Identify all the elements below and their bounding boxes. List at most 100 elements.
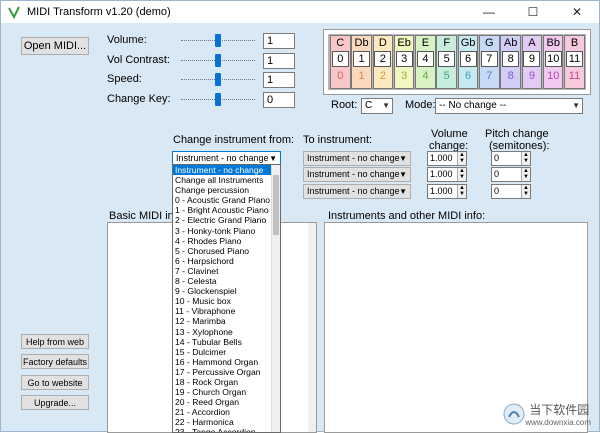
instrument-dropdown-list[interactable]: Instrument - no change Change all Instrum… — [172, 164, 281, 433]
dropdown-option[interactable]: 5 - Chorused Piano — [173, 246, 280, 256]
dropdown-option[interactable]: Change percussion — [173, 185, 280, 195]
to-instrument-select[interactable]: Instrument - no change ▼ — [303, 167, 411, 182]
dropdown-option[interactable]: 18 - Rock Organ — [173, 377, 280, 387]
dropdown-option[interactable]: 17 - Percussive Organ — [173, 367, 280, 377]
dropdown-option[interactable]: 13 - Xylophone — [173, 327, 280, 337]
spinner-arrows-icon[interactable]: ▲ ▼ — [521, 185, 530, 198]
mode-select[interactable]: -- No change -- ▼ — [435, 98, 583, 114]
key-name: Eb — [397, 37, 411, 49]
key-name: D — [378, 37, 387, 49]
key-7: G 7 7 — [479, 35, 500, 89]
key-mapping-input[interactable]: 4 — [416, 51, 434, 67]
close-button[interactable]: ✕ — [555, 1, 599, 23]
basic-info-scrollbar[interactable] — [308, 223, 316, 432]
volume-label: Volume: — [107, 34, 147, 46]
dropdown-option[interactable]: 10 - Music box — [173, 296, 280, 306]
spinner-arrows-icon[interactable]: ▲ ▼ — [521, 168, 530, 181]
chevron-down-icon: ▼ — [399, 170, 407, 179]
volume-change-spinner[interactable]: 1.000 ▲ ▼ — [427, 151, 467, 166]
dropdown-scrollbar[interactable] — [271, 165, 280, 432]
key-name: Db — [354, 37, 369, 49]
chevron-down-icon: ▼ — [572, 101, 580, 110]
factory-defaults-button[interactable]: Factory defaults — [21, 354, 89, 369]
key-number: 1 — [358, 70, 365, 82]
to-instrument-select[interactable]: Instrument - no change ▼ — [303, 184, 411, 199]
dropdown-option[interactable]: Instrument - no change — [173, 165, 280, 176]
dropdown-option[interactable]: 0 - Acoustic Grand Piano — [173, 195, 280, 205]
dropdown-option[interactable]: 6 - Harpsichord — [173, 256, 280, 266]
pitch-change-spinner[interactable]: 0 ▲ ▼ — [491, 151, 531, 166]
spinner-arrows-icon[interactable]: ▲ ▼ — [457, 152, 466, 165]
vol-contrast-input[interactable]: 1 — [263, 53, 295, 69]
key-number: 11 — [568, 70, 581, 82]
dropdown-option[interactable]: 11 - Vibraphone — [173, 306, 280, 316]
dropdown-option[interactable]: 4 - Rhodes Piano — [173, 236, 280, 246]
root-label: Root: — [331, 99, 358, 111]
key-number: 4 — [422, 70, 429, 82]
dropdown-option[interactable]: 20 - Reed Organ — [173, 397, 280, 407]
spinner-arrows-icon[interactable]: ▲ ▼ — [457, 185, 466, 198]
key-1: Db 1 1 — [351, 35, 372, 89]
key-3: Eb 3 3 — [393, 35, 415, 89]
dropdown-option[interactable]: 21 - Accordion — [173, 407, 280, 417]
go-to-website-button[interactable]: Go to website — [21, 375, 89, 390]
key-mapping-input[interactable]: 8 — [502, 51, 520, 67]
pitch-change-spinner[interactable]: 0 ▲ ▼ — [491, 167, 531, 182]
key-mapping-input[interactable]: 6 — [459, 51, 477, 67]
key-name: E — [421, 37, 430, 49]
dropdown-option[interactable]: 8 - Celesta — [173, 276, 280, 286]
dropdown-option[interactable]: 19 - Church Organ — [173, 387, 280, 397]
key-mapping-input[interactable]: 1 — [353, 51, 371, 67]
help-from-web-button[interactable]: Help from web — [21, 334, 89, 349]
dropdown-option[interactable]: 7 - Clavinet — [173, 266, 280, 276]
key-number: 5 — [443, 70, 450, 82]
key-number: 7 — [486, 70, 493, 82]
change-key-slider[interactable] — [181, 93, 255, 107]
title-bar: MIDI Transform v1.20 (demo) — ☐ ✕ — [1, 1, 599, 23]
key-mapping-input[interactable]: 9 — [523, 51, 541, 67]
dropdown-option[interactable]: 1 - Bright Acoustic Piano — [173, 205, 280, 215]
dropdown-option[interactable]: 15 - Dulcimer — [173, 347, 280, 357]
dropdown-option[interactable]: 12 - Marimba — [173, 316, 280, 326]
minimize-button[interactable]: — — [467, 1, 511, 23]
root-select[interactable]: C ▼ — [361, 98, 393, 114]
maximize-button[interactable]: ☐ — [511, 1, 555, 23]
spinner-arrows-icon[interactable]: ▲ ▼ — [457, 168, 466, 181]
upgrade-button[interactable]: Upgrade... — [21, 395, 89, 410]
dropdown-option[interactable]: 14 - Tubular Bells — [173, 337, 280, 347]
key-mapping-input[interactable]: 7 — [480, 51, 498, 67]
speed-input[interactable]: 1 — [263, 72, 295, 88]
speed-slider[interactable] — [181, 73, 255, 87]
volume-change-spinner[interactable]: 1.000 ▲ ▼ — [427, 167, 467, 182]
app-window: MIDI Transform v1.20 (demo) — ☐ ✕ Open M… — [0, 0, 600, 433]
key-mapping-input[interactable]: 2 — [374, 51, 392, 67]
dropdown-option[interactable]: 3 - Honky-tonk Piano — [173, 226, 280, 236]
key-number: 3 — [401, 70, 408, 82]
open-midi-button[interactable]: Open MIDI... — [21, 37, 89, 55]
key-name: Ab — [503, 37, 518, 49]
key-mapping-input[interactable]: 11 — [566, 51, 584, 67]
key-11: B 11 11 — [564, 35, 585, 89]
speed-label: Speed: — [107, 73, 142, 85]
change-key-input[interactable]: 0 — [263, 92, 295, 108]
dropdown-option[interactable]: 2 - Electric Grand Piano — [173, 215, 280, 225]
key-mapping-input[interactable]: 3 — [395, 51, 413, 67]
dropdown-option[interactable]: Change all Instruments — [173, 175, 280, 185]
volume-slider[interactable] — [181, 34, 255, 48]
volume-change-spinner[interactable]: 1.000 ▲ ▼ — [427, 184, 467, 199]
key-number: 10 — [547, 70, 560, 82]
vol-contrast-slider[interactable] — [181, 54, 255, 68]
pitch-change-spinner[interactable]: 0 ▲ ▼ — [491, 184, 531, 199]
volume-input[interactable]: 1 — [263, 33, 295, 49]
to-instrument-select[interactable]: Instrument - no change ▼ — [303, 151, 411, 166]
spinner-arrows-icon[interactable]: ▲ ▼ — [521, 152, 530, 165]
dropdown-option[interactable]: 16 - Hammond Organ — [173, 357, 280, 367]
key-number: 9 — [528, 70, 535, 82]
key-mapping-input[interactable]: 10 — [544, 51, 562, 67]
mode-label: Mode: — [405, 99, 436, 111]
dropdown-option[interactable]: 22 - Harmonica — [173, 417, 280, 427]
key-mapping-input[interactable]: 0 — [331, 51, 349, 67]
dropdown-option[interactable]: 23 - Tango Accordion — [173, 427, 280, 432]
dropdown-option[interactable]: 9 - Glockenspiel — [173, 286, 280, 296]
key-mapping-input[interactable]: 5 — [438, 51, 456, 67]
